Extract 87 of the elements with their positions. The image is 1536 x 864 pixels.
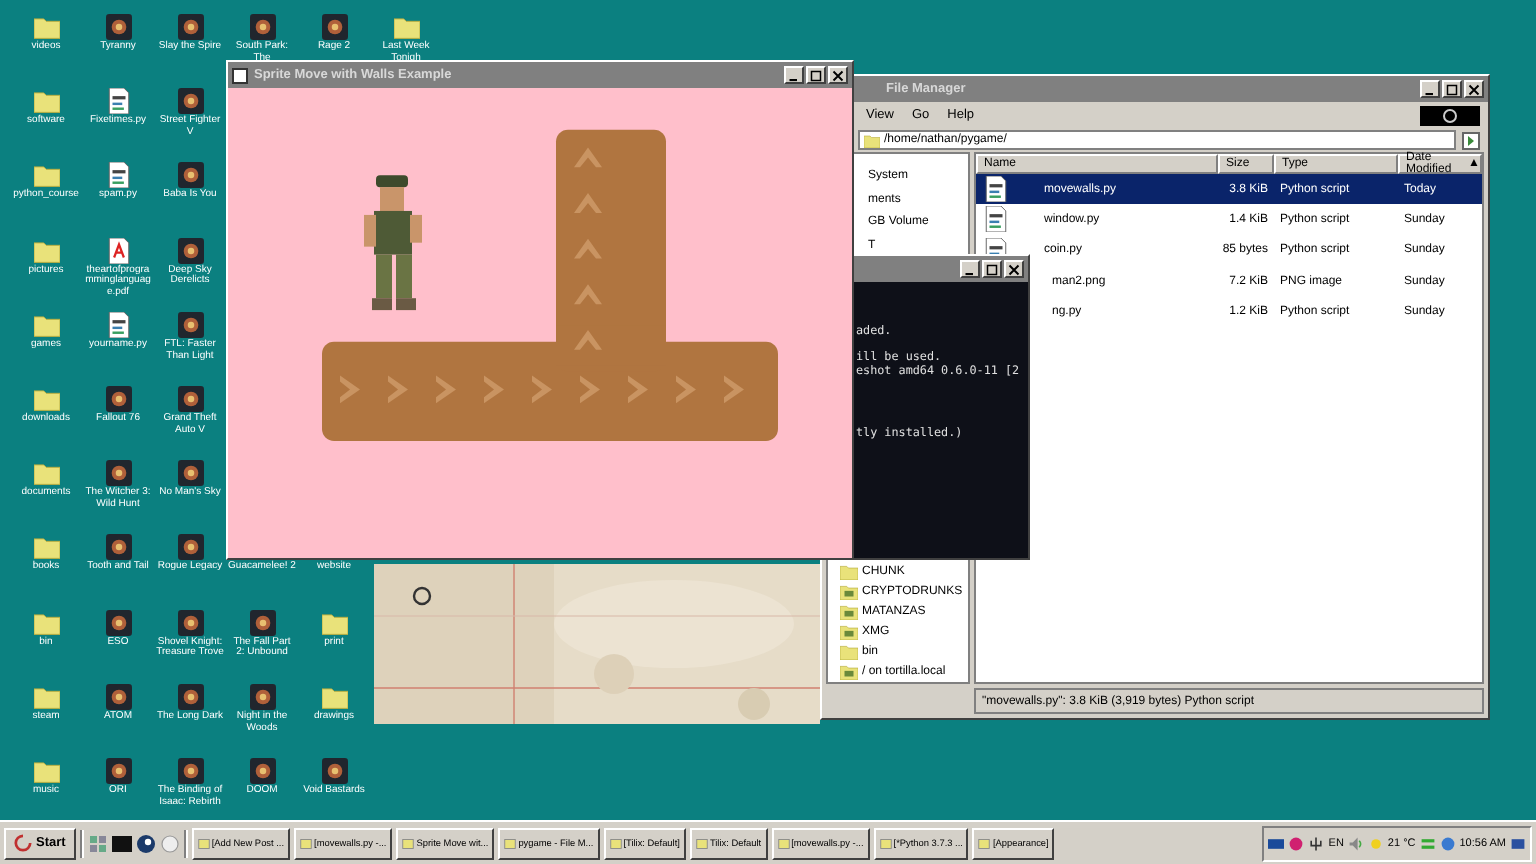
close-icon xyxy=(832,69,844,81)
window-icon xyxy=(197,837,210,849)
window-icon xyxy=(777,837,790,849)
folder-icon xyxy=(33,14,59,40)
app-icon xyxy=(177,757,203,784)
network-folder-icon xyxy=(840,664,858,680)
folder-icon xyxy=(33,162,59,189)
script-icon xyxy=(984,206,1008,233)
window-icon xyxy=(978,837,991,849)
window-icon xyxy=(609,837,622,849)
folder-icon xyxy=(33,385,59,412)
minimize-button[interactable] xyxy=(784,66,804,84)
script-icon xyxy=(984,176,1008,203)
close-icon xyxy=(1468,83,1480,95)
steam-icon[interactable] xyxy=(135,833,156,853)
folder-icon xyxy=(840,564,858,580)
minimize-button[interactable] xyxy=(960,260,980,278)
folder-icon xyxy=(33,237,59,264)
script-icon xyxy=(105,162,131,189)
folder-icon xyxy=(33,88,59,115)
script-icon xyxy=(105,311,131,338)
app-icon xyxy=(177,311,203,338)
window-icon xyxy=(695,837,708,849)
folder-icon xyxy=(840,644,858,660)
app-icon xyxy=(177,162,203,189)
player-figure xyxy=(364,175,422,311)
close-button[interactable] xyxy=(828,66,848,84)
ring-icon xyxy=(1442,107,1458,123)
app-icon xyxy=(249,609,275,636)
maximize-button[interactable] xyxy=(982,260,1002,278)
maximize-button[interactable] xyxy=(806,66,826,84)
window-icon xyxy=(879,837,892,849)
app-icon xyxy=(105,385,131,412)
folder-icon xyxy=(321,683,347,710)
maximize-button[interactable] xyxy=(1442,80,1462,98)
window-icon xyxy=(300,837,313,849)
network-icon[interactable] xyxy=(1439,835,1456,851)
folder-icon xyxy=(33,534,59,561)
app-icon xyxy=(105,460,131,487)
app-icon xyxy=(177,460,203,487)
app-icon xyxy=(177,14,203,40)
go-icon[interactable] xyxy=(1462,131,1480,149)
script-icon xyxy=(105,88,131,115)
app-icon xyxy=(105,534,131,561)
network-folder-icon xyxy=(840,584,858,600)
app-icon xyxy=(321,758,347,784)
app-icon xyxy=(177,237,203,264)
desktop-icon[interactable] xyxy=(1510,835,1526,851)
window-icon xyxy=(232,67,248,83)
close-icon xyxy=(1008,263,1020,275)
app-icon xyxy=(177,534,203,561)
folder-icon xyxy=(33,460,59,487)
app-icon xyxy=(249,683,275,710)
app-icon xyxy=(177,88,203,115)
folder-icon xyxy=(321,609,347,636)
minimize-button[interactable] xyxy=(1420,80,1440,98)
pdf-icon xyxy=(105,237,131,264)
folder-icon xyxy=(393,14,419,40)
usb-icon[interactable] xyxy=(1308,835,1325,851)
app-icon xyxy=(177,385,203,412)
maximize-icon xyxy=(986,263,998,275)
app-icon xyxy=(249,14,275,40)
close-button[interactable] xyxy=(1004,260,1024,278)
app-icon xyxy=(105,14,131,40)
sun-icon xyxy=(1367,835,1384,851)
app-icon xyxy=(105,757,131,784)
folder-icon xyxy=(33,683,59,710)
window-icon xyxy=(402,837,415,849)
swirl-icon xyxy=(14,834,32,852)
folder-icon xyxy=(33,609,59,635)
monitor-icon[interactable] xyxy=(1268,835,1285,851)
folder-icon xyxy=(864,133,880,147)
close-button[interactable] xyxy=(1464,80,1484,98)
app-icon xyxy=(249,758,275,784)
app-icon xyxy=(177,609,203,635)
terminal-icon[interactable] xyxy=(111,833,132,853)
window-icon xyxy=(504,837,517,849)
maximize-icon xyxy=(1446,83,1458,95)
app-icon xyxy=(321,14,347,40)
app-icon xyxy=(105,683,131,710)
app-icon xyxy=(105,609,131,635)
app-icon xyxy=(177,683,203,710)
folder-icon xyxy=(33,757,59,784)
network-folder-icon xyxy=(840,624,858,640)
folder-icon xyxy=(33,311,59,338)
network-folder-icon xyxy=(840,604,858,620)
maximize-icon xyxy=(810,69,822,81)
